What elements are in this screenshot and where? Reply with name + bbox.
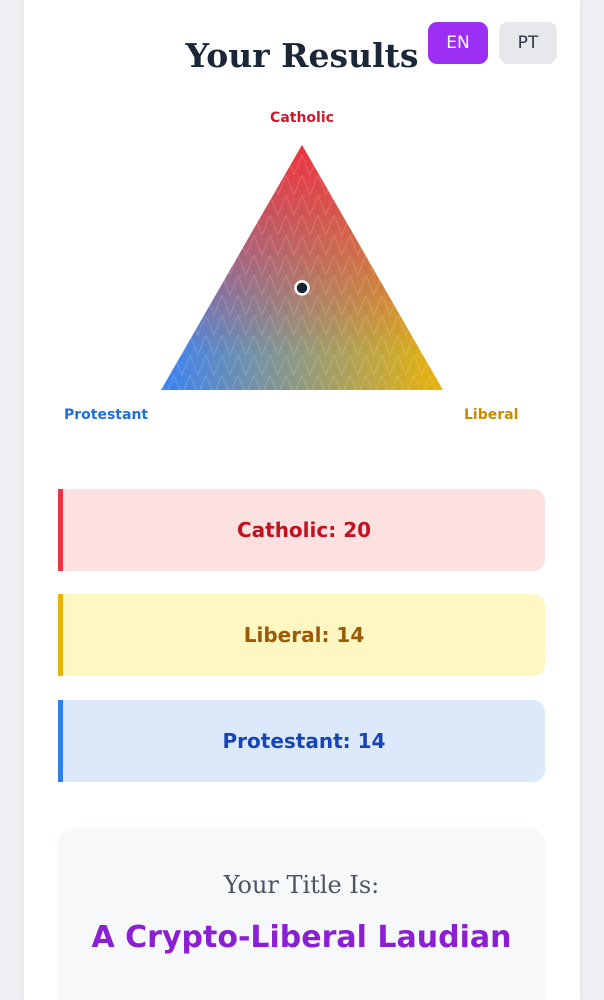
score-bar-catholic: Catholic: 20 (58, 489, 545, 571)
result-title-value: A Crypto-Liberal Laudian (91, 920, 512, 955)
result-title-heading: Your Title Is: (223, 871, 380, 899)
score-bar-protestant: Protestant: 14 (58, 700, 545, 782)
result-title-box: Your Title Is: A Crypto-Liberal Laudian (58, 828, 545, 1000)
page-title: Your Results (185, 36, 419, 75)
score-label-protestant: Protestant: 14 (222, 729, 386, 753)
result-marker (294, 280, 310, 296)
triangle-label-protestant: Protestant (64, 407, 149, 423)
score-label-catholic: Catholic: 20 (236, 518, 372, 542)
triangle-texture (161, 145, 443, 390)
triangle-label-catholic: Catholic (270, 110, 334, 126)
score-bar-liberal: Liberal: 14 (58, 594, 545, 676)
result-triangle (161, 145, 443, 390)
triangle-label-liberal: Liberal (464, 407, 519, 423)
score-label-liberal: Liberal: 14 (243, 623, 365, 647)
